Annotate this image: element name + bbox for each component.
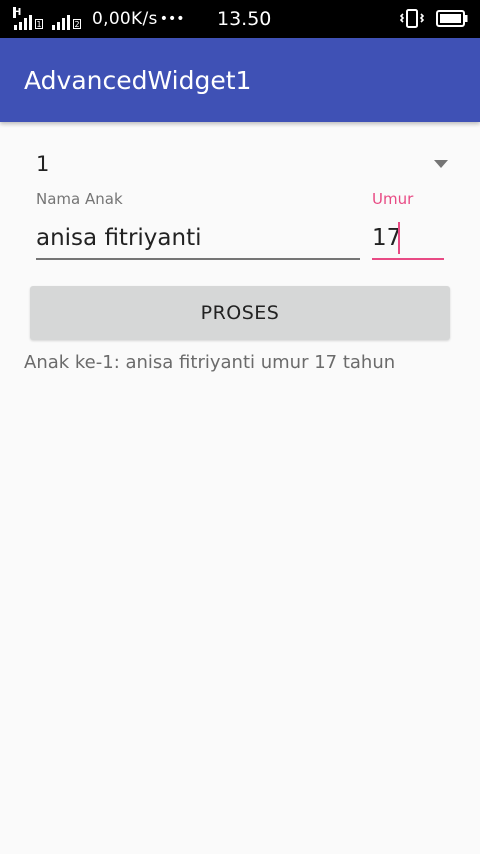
signal-icon bbox=[52, 14, 70, 30]
signal-icon: H bbox=[13, 7, 32, 30]
nama-anak-input[interactable]: anisa fitriyanti bbox=[36, 222, 360, 260]
status-bar: H 1 2 0,00K/s ••• 13.50 bbox=[0, 0, 480, 38]
sim1-badge: 1 bbox=[35, 19, 43, 29]
vibrate-icon bbox=[400, 9, 424, 28]
app-bar: AdvancedWidget1 bbox=[0, 38, 480, 122]
spinner-selected-value: 1 bbox=[36, 152, 50, 176]
umur-value: 17 bbox=[372, 225, 402, 251]
umur-input[interactable]: 17 bbox=[372, 222, 444, 260]
result-text: Anak ke-1: anisa fitriyanti umur 17 tahu… bbox=[24, 352, 396, 373]
nama-anak-value: anisa fitriyanti bbox=[36, 225, 202, 251]
status-clock: 13.50 bbox=[217, 8, 272, 30]
proses-button[interactable]: PROSES bbox=[30, 286, 450, 340]
more-notifications-dots: ••• bbox=[159, 11, 185, 27]
text-cursor bbox=[398, 222, 400, 254]
network-type-label: H bbox=[13, 7, 22, 18]
network-speed: 0,00K/s bbox=[92, 9, 158, 29]
dropdown-arrow-icon bbox=[434, 160, 448, 168]
battery-icon bbox=[436, 10, 468, 27]
child-number-spinner[interactable]: 1 bbox=[36, 150, 450, 182]
status-left-group: H 1 2 0,00K/s ••• bbox=[13, 7, 185, 30]
umur-label: Umur bbox=[372, 190, 414, 208]
sim2-badge: 2 bbox=[73, 19, 81, 29]
app-title: AdvancedWidget1 bbox=[24, 66, 252, 95]
nama-anak-label: Nama Anak bbox=[36, 190, 123, 208]
